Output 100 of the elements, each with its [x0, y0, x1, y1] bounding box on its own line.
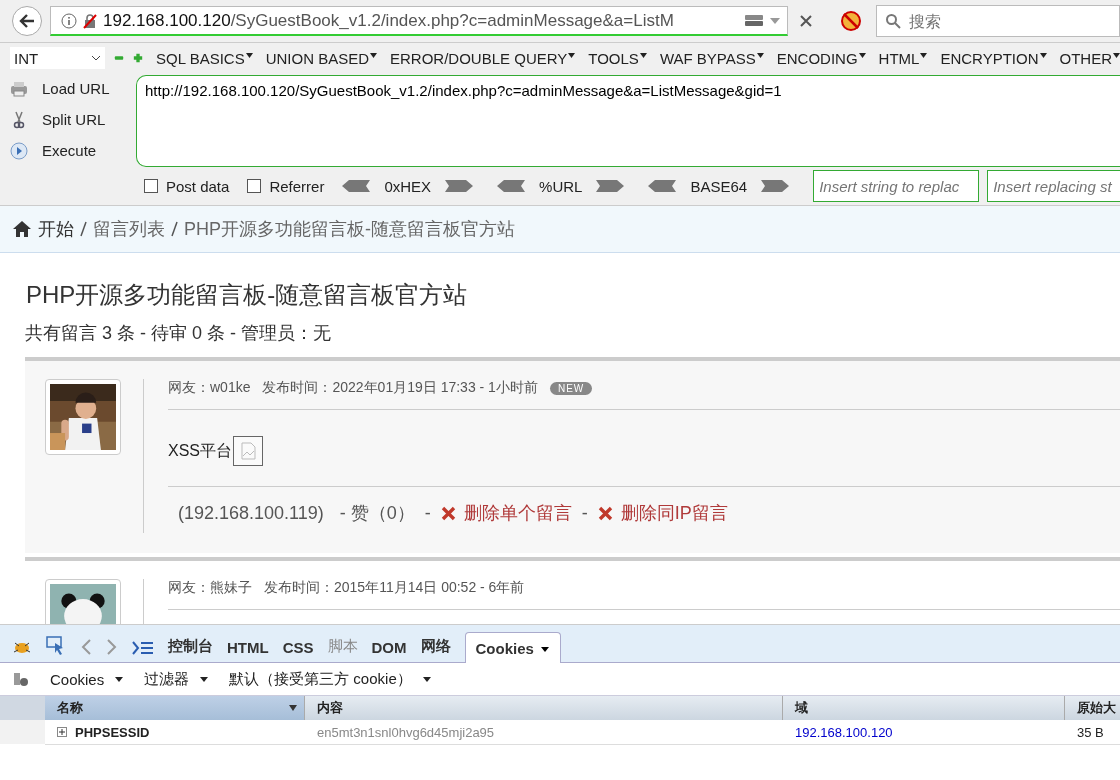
devtools-tab[interactable]: Cookies	[464, 632, 561, 663]
cookie-domain: 192.168.100.120	[795, 724, 893, 740]
server-icon	[744, 12, 764, 29]
info-icon	[61, 12, 77, 29]
caret-icon	[1113, 52, 1120, 58]
expand-icon[interactable]	[57, 727, 67, 737]
type-select[interactable]: INT	[10, 47, 105, 69]
url-input[interactable]: http://192.168.100.120/SyGuestBook_v1.2/index.php?c=adminMessage&a=ListMessage&gid=1	[136, 75, 1120, 167]
plus-icon[interactable]	[133, 52, 143, 64]
separator-text: -	[424, 502, 431, 524]
devtools-menu[interactable]: 默认（接受第三方 cookie）	[229, 669, 432, 689]
caret-icon	[858, 52, 866, 58]
post-time: 发布时间：2015年11月14日 00:52 - 6年前	[264, 579, 525, 597]
home-icon[interactable]	[12, 220, 32, 238]
broken-image-icon	[233, 436, 263, 466]
author-text: 网友：w01ke	[168, 379, 251, 397]
delete-icon[interactable]	[597, 505, 613, 521]
dropdown-icon[interactable]	[769, 15, 781, 26]
separator-text: -	[581, 502, 588, 524]
caret-icon	[90, 54, 101, 62]
caret-icon	[370, 52, 378, 58]
devtools-tab[interactable]: DOM	[371, 639, 407, 656]
left-arrow-icon[interactable]	[497, 179, 526, 193]
toolbar-menu[interactable]: WAF BYPASS	[659, 49, 764, 67]
sorted-column-header[interactable]: 名称	[45, 696, 305, 720]
printer-icon	[10, 80, 28, 97]
toolbar-menu[interactable]: TOOLS	[588, 49, 647, 67]
address-bar[interactable]: 192.168.100.120/SyGuestBook_v1.2/index.php?c=adminMessage&a=ListM	[50, 6, 788, 36]
devtools-menu[interactable]: Cookies	[50, 670, 125, 688]
post-time: 发布时间：2022年01月19日 17:33 - 1小时前	[262, 379, 538, 397]
hackbar-action[interactable]: Execute	[10, 139, 136, 162]
checkbox[interactable]	[144, 179, 158, 193]
play-icon	[10, 141, 28, 160]
like-count[interactable]: - 赞（0）	[339, 501, 415, 525]
checkbox-label: Referrer	[269, 177, 325, 195]
right-arrow-icon[interactable]	[761, 179, 790, 193]
devtools-tab[interactable]: 控制台	[168, 637, 213, 656]
encoder-label: BASE64	[690, 177, 748, 195]
delete-link[interactable]: 删除同IP留言	[620, 501, 728, 525]
caret-icon	[639, 52, 647, 58]
command-line-icon[interactable]	[132, 640, 154, 656]
row-gutter	[0, 720, 45, 744]
column-header[interactable]: 域	[783, 696, 1065, 720]
encoder-label: %URL	[539, 177, 583, 195]
delete-link[interactable]: 删除单个留言	[463, 501, 572, 525]
column-header[interactable]: 内容	[305, 696, 783, 720]
column-header[interactable]: 原始大	[1065, 696, 1120, 720]
search-field[interactable]: 搜索	[876, 5, 1120, 37]
search-icon	[885, 13, 901, 29]
devtools-tab[interactable]: CSS	[282, 639, 314, 656]
blocked-script-icon[interactable]	[840, 10, 862, 32]
ip-text: (192.168.100.119)	[178, 502, 324, 524]
new-badge: NEW	[549, 381, 593, 395]
toolbar-menu[interactable]: OTHER	[1059, 49, 1120, 67]
caret-icon	[199, 675, 210, 683]
toolbar-menu[interactable]: ENCODING	[776, 49, 866, 67]
caret-icon	[1039, 52, 1047, 58]
left-arrow-icon[interactable]	[342, 179, 371, 193]
devtools-tab[interactable]: 网络	[420, 637, 451, 656]
back-button[interactable]	[12, 6, 42, 36]
caret-icon	[920, 52, 928, 58]
delete-icon[interactable]	[440, 505, 456, 521]
devtools-menu[interactable]: 过滤器	[144, 669, 210, 689]
cookie-name: PHPSESSID	[75, 724, 150, 740]
page-title: PHP开源多功能留言板-随意留言板官方站	[26, 280, 469, 310]
breadcrumb-link[interactable]: 留言列表	[93, 217, 165, 241]
devtools-tab[interactable]: HTML	[227, 639, 269, 656]
hackbar-action[interactable]: Split URL	[10, 108, 136, 131]
caret-icon	[421, 675, 432, 683]
caret-icon	[114, 675, 125, 683]
author-text: 网友：熊妹子	[168, 579, 252, 597]
message-text: XSS平台	[168, 440, 232, 461]
summary-text: 共有留言 3 条 - 待审 0 条 - 管理员：无	[25, 322, 333, 345]
replace-field[interactable]: Insert string to replac	[813, 170, 980, 202]
breadcrumb-separator	[171, 221, 178, 237]
right-arrow-icon[interactable]	[445, 179, 474, 193]
back-arrow-icon	[18, 12, 36, 30]
checkbox-label: Post data	[166, 177, 230, 195]
toolbar-menu[interactable]: ENCRYPTION	[940, 49, 1047, 67]
breadcrumb-link[interactable]: PHP开源多功能留言板-随意留言板官方站	[184, 217, 515, 241]
insecure-lock-icon	[82, 12, 98, 29]
toolbar-menu[interactable]: HTML	[878, 49, 928, 67]
encoder-label: 0xHEX	[384, 177, 432, 195]
breadcrumb-link[interactable]: 开始	[38, 217, 74, 241]
breadcrumb-separator	[80, 221, 87, 237]
close-icon	[800, 15, 812, 27]
caret-icon	[245, 52, 253, 58]
url-text: 192.168.100.120/SyGuestBook_v1.2/index.php?c=adminMessage&a=ListM	[103, 10, 675, 31]
cookie-size: 35 B	[1077, 724, 1104, 740]
toolbar-menu[interactable]: UNION BASED	[265, 49, 378, 67]
replace-field[interactable]: Insert replacing st	[987, 170, 1120, 202]
cookie-tool-icon[interactable]	[12, 670, 30, 688]
left-arrow-icon[interactable]	[648, 179, 677, 193]
checkbox[interactable]	[247, 179, 262, 193]
hackbar-action[interactable]: Load URL	[10, 77, 136, 100]
caret-icon	[539, 644, 550, 653]
caret-icon	[568, 52, 576, 58]
right-arrow-icon[interactable]	[596, 179, 625, 193]
toolbar-menu[interactable]: ERROR/DOUBLE QUERY	[390, 49, 576, 67]
toolbar-menu[interactable]: SQL BASICS	[156, 49, 253, 67]
